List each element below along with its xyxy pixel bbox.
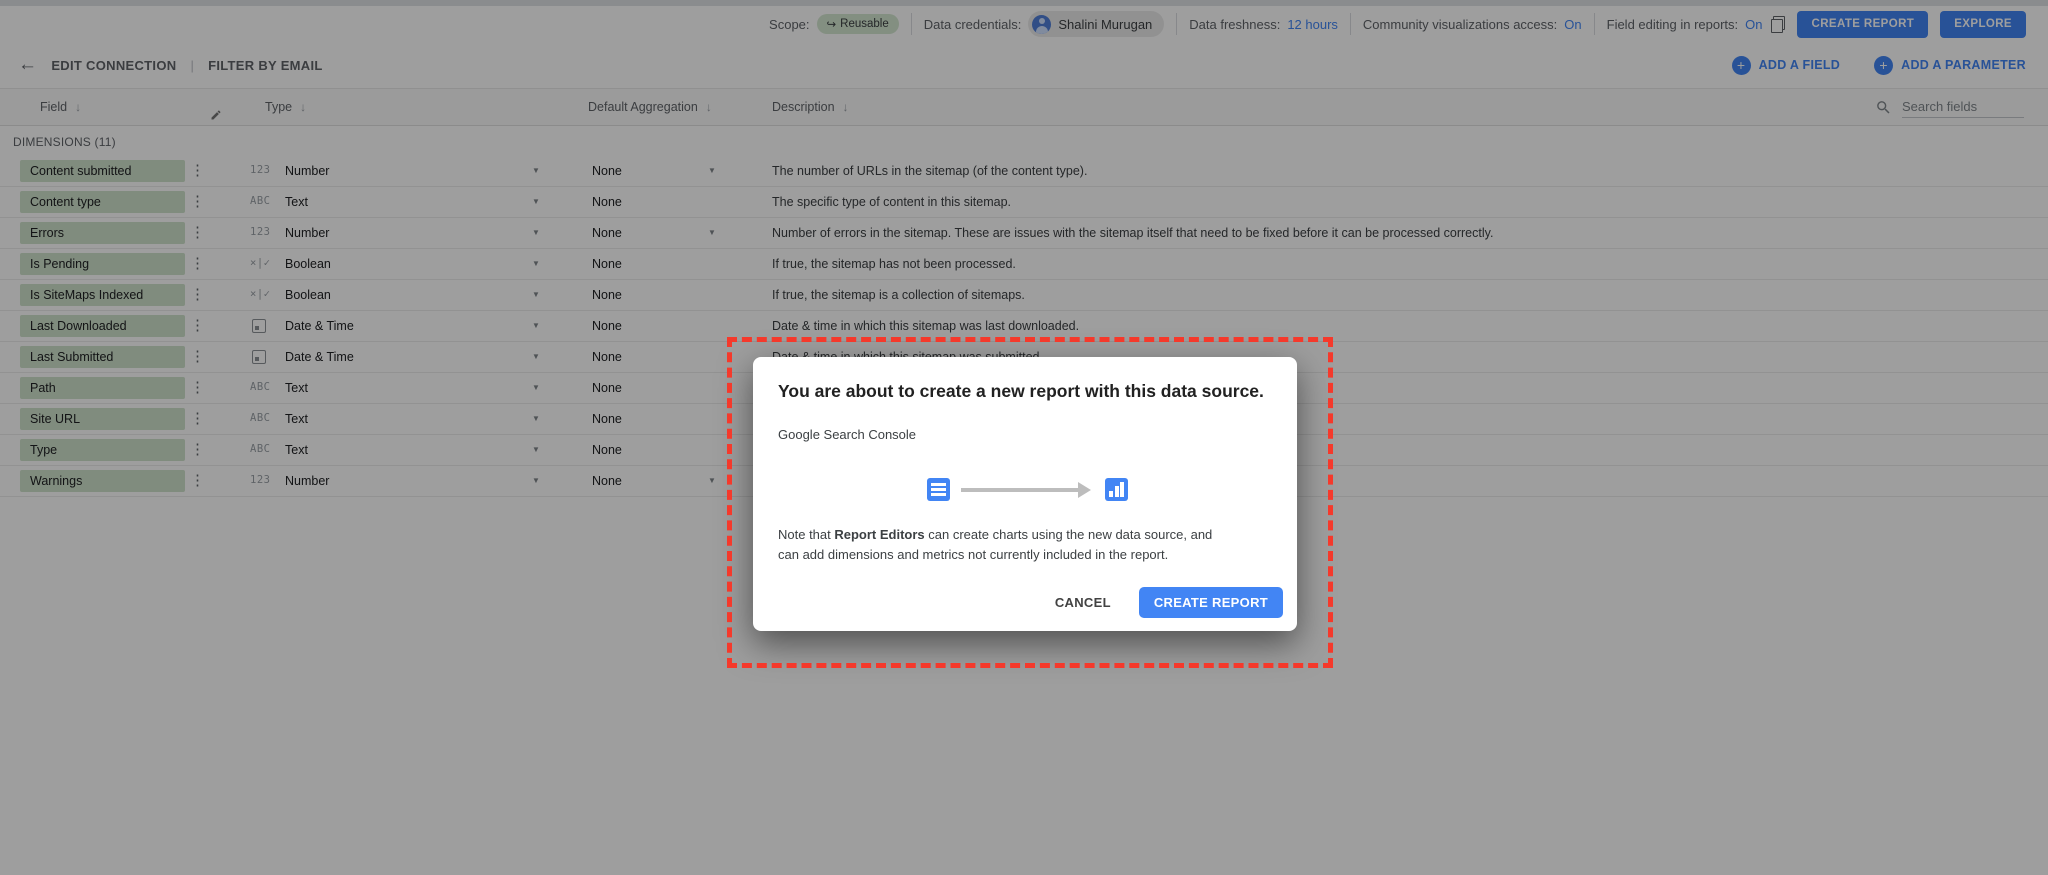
dialog-note: Note that Report Editors can create char…	[778, 525, 1228, 565]
note-prefix: Note that	[778, 527, 834, 542]
dialog-title: You are about to create a new report wit…	[778, 381, 1264, 402]
cancel-button[interactable]: CANCEL	[1055, 595, 1111, 610]
note-bold: Report Editors	[834, 527, 924, 542]
data-source-icon	[927, 478, 950, 501]
arrow-right-icon	[961, 488, 1079, 492]
data-source-editor-page: Scope: ↪ Reusable Data credentials: Shal…	[0, 0, 2048, 875]
dialog-actions: CANCEL CREATE REPORT	[1055, 587, 1283, 618]
create-report-dialog: You are about to create a new report wit…	[753, 357, 1297, 631]
dialog-create-report-button[interactable]: CREATE REPORT	[1139, 587, 1283, 618]
dialog-illustration	[753, 477, 1297, 503]
report-chart-icon	[1105, 478, 1128, 501]
data-source-name: Google Search Console	[778, 427, 916, 442]
